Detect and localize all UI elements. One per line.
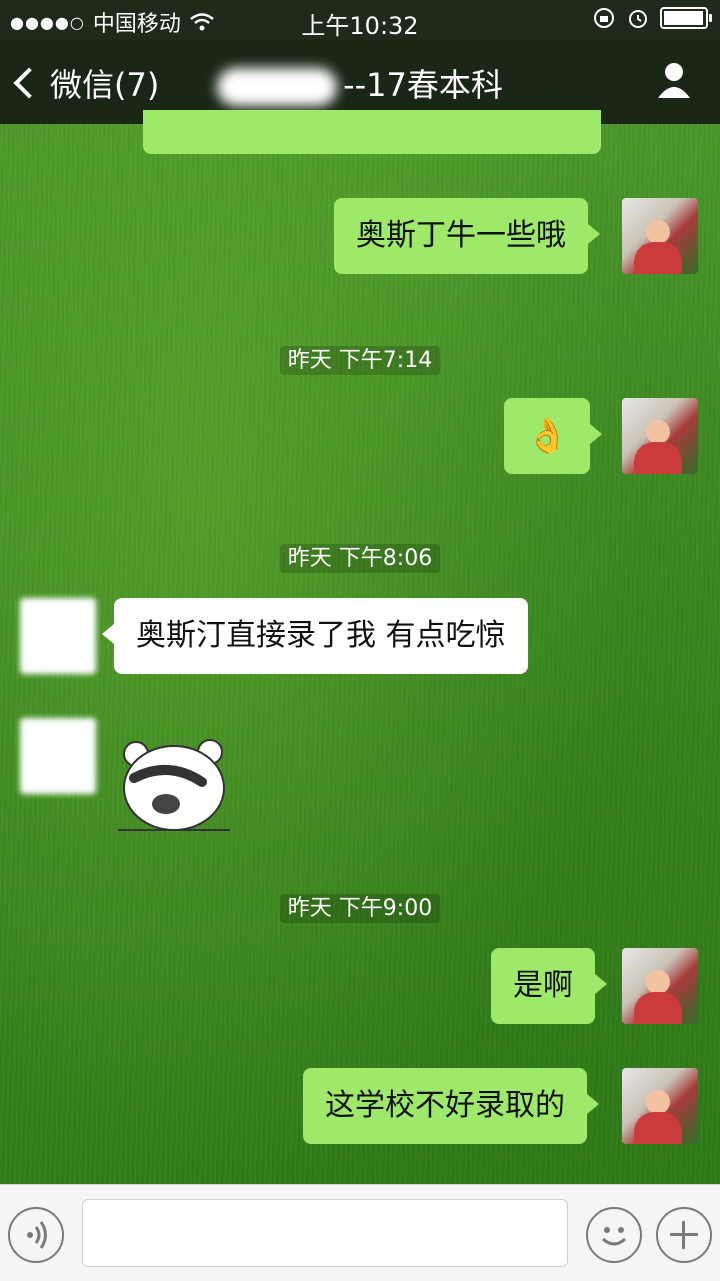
redacted-name: [217, 68, 338, 106]
sent-message-bubble[interactable]: 这学校不好录取的: [303, 1068, 599, 1144]
voice-icon: [27, 1221, 47, 1249]
chat-title: --17春本科: [0, 60, 720, 106]
contact-avatar[interactable]: [20, 718, 96, 794]
message-text: 这学校不好录取的: [325, 1088, 565, 1123]
status-bar: ●●●●○ 中国移动 上午10:32: [0, 0, 720, 40]
partial-message-bubble: [143, 110, 601, 154]
my-avatar[interactable]: [622, 1068, 698, 1144]
timestamp: 昨天 下午9:00: [0, 890, 720, 923]
contact-avatar[interactable]: [20, 598, 96, 674]
my-avatar[interactable]: [622, 948, 698, 1024]
bear-sticker-icon[interactable]: [114, 730, 232, 834]
battery-icon: [660, 7, 712, 29]
plus-button[interactable]: [656, 1207, 712, 1263]
sent-message-bubble[interactable]: 👌: [504, 398, 603, 474]
sent-message-bubble[interactable]: 是啊: [491, 948, 607, 1024]
my-avatar[interactable]: [622, 198, 698, 274]
emoji-icon: [601, 1227, 627, 1246]
my-avatar[interactable]: [622, 398, 698, 474]
timestamp: 昨天 下午8:06: [0, 540, 720, 573]
rotation-lock-icon: [594, 8, 614, 28]
timestamp: 昨天 下午7:14: [0, 342, 720, 375]
message-text: 是啊: [513, 968, 573, 1003]
ok-hand-emoji: 👌: [526, 416, 569, 456]
emoji-button[interactable]: [586, 1207, 642, 1263]
message-text: 奥斯汀直接录了我 有点吃惊: [136, 618, 506, 653]
message-input[interactable]: [82, 1199, 568, 1267]
received-message-bubble[interactable]: 奥斯汀直接录了我 有点吃惊: [102, 598, 528, 674]
voice-button[interactable]: [8, 1207, 64, 1263]
message-text: 奥斯丁牛一些哦: [356, 218, 566, 253]
sent-message-bubble[interactable]: 奥斯丁牛一些哦: [334, 198, 600, 274]
chat-title-text: --17春本科: [343, 66, 503, 104]
alarm-icon: [629, 10, 647, 28]
person-icon[interactable]: [654, 60, 694, 100]
input-toolbar: [0, 1184, 720, 1281]
